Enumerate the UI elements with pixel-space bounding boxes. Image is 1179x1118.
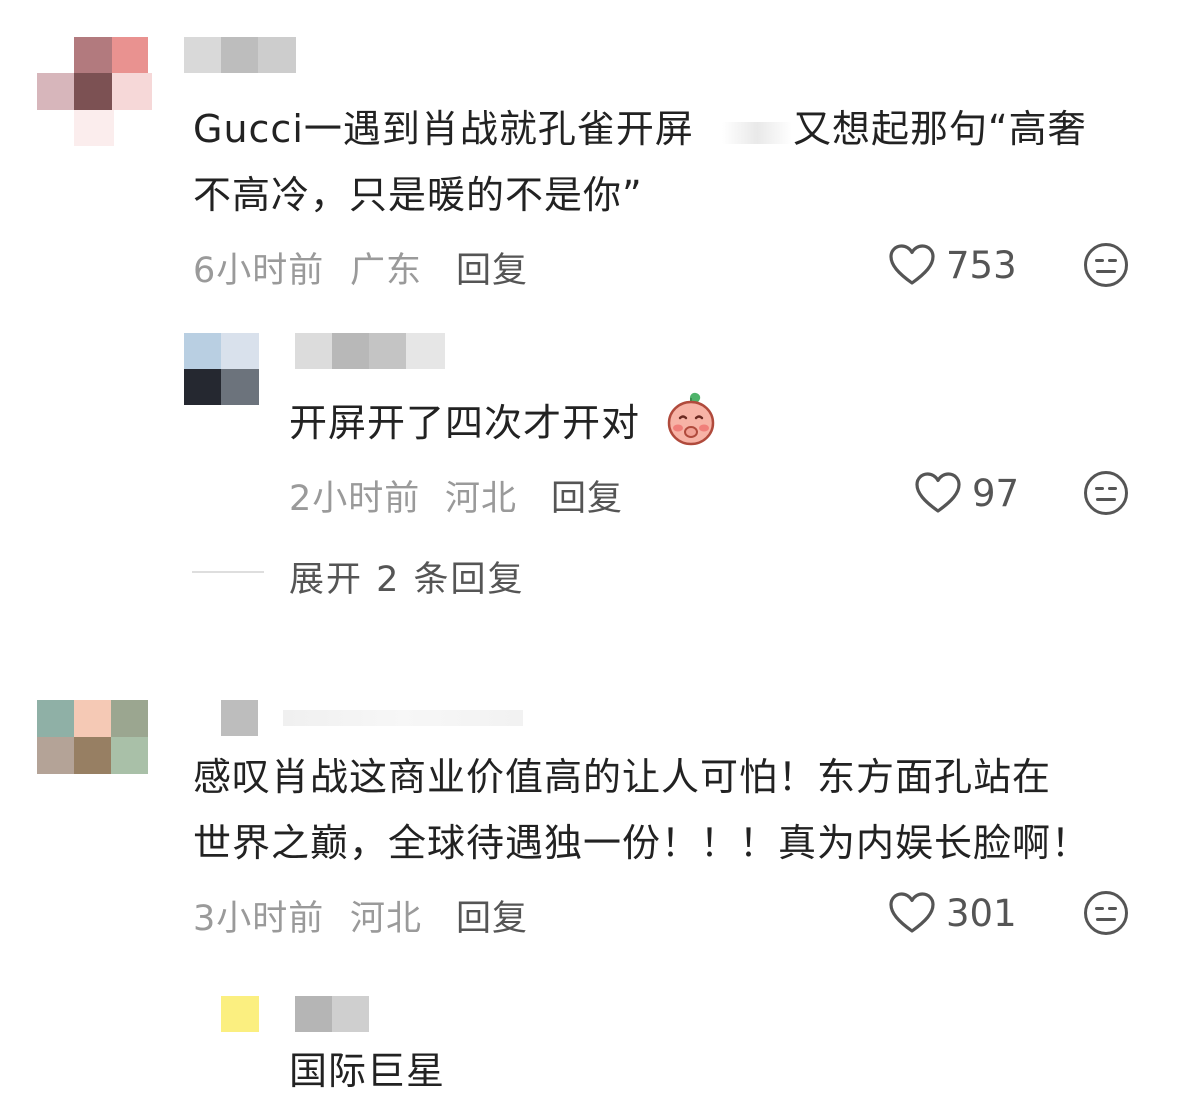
reply-button[interactable]: 回复 bbox=[456, 890, 528, 941]
username-blurred[interactable] bbox=[221, 700, 523, 736]
dislike-button[interactable] bbox=[1083, 470, 1129, 516]
comment-text-line-1: Gucci一遇到肖战就孔雀开屏 bbox=[193, 98, 694, 160]
comment-time: 3小时前 bbox=[193, 899, 325, 939]
blushing-peach-emoji bbox=[662, 390, 720, 448]
neutral-face-icon bbox=[1084, 471, 1128, 515]
blurred-emoji bbox=[722, 122, 792, 144]
neutral-face-icon bbox=[1084, 243, 1128, 287]
comment-text-line-2: 不高冷，只是暖的不是你” bbox=[193, 173, 643, 217]
reply-location: 河北 bbox=[445, 479, 518, 519]
reply-time: 2小时前 bbox=[289, 479, 421, 519]
heart-outline-icon bbox=[889, 244, 935, 285]
expand-replies-button[interactable]: 展开 2 条回复 bbox=[289, 551, 525, 602]
expand-divider bbox=[192, 571, 264, 573]
reply-text: 国际巨星 bbox=[289, 1049, 446, 1093]
reply-text: 开屏开了四次才开对 bbox=[289, 401, 641, 445]
like-button[interactable] bbox=[888, 243, 936, 287]
dislike-button[interactable] bbox=[1083, 242, 1129, 288]
like-count: 753 bbox=[946, 244, 1017, 287]
comment-text-part: Gucci一遇到肖战就孔雀开屏 bbox=[193, 107, 694, 151]
comment-location: 广东 bbox=[350, 251, 423, 291]
comment-time: 6小时前 bbox=[193, 251, 325, 291]
comment-text-line-1b: 又想起那句“高奢 bbox=[793, 98, 1087, 160]
like-button[interactable] bbox=[914, 471, 962, 515]
neutral-face-icon bbox=[1084, 891, 1128, 935]
heart-outline-icon bbox=[915, 472, 961, 513]
avatar[interactable] bbox=[37, 37, 157, 147]
username-blurred[interactable] bbox=[184, 37, 296, 73]
comment-text-part: 又想起那句“高奢 bbox=[793, 107, 1087, 151]
username-blurred[interactable] bbox=[295, 996, 370, 1032]
like-count: 301 bbox=[946, 892, 1017, 935]
reply-button[interactable]: 回复 bbox=[551, 470, 623, 521]
comment-text-line-2: 世界之巅，全球待遇独一份！！！真为内娱长脸啊！ bbox=[193, 821, 1091, 865]
avatar[interactable] bbox=[37, 700, 148, 774]
like-button[interactable] bbox=[888, 891, 936, 935]
username-blurred[interactable] bbox=[295, 333, 445, 369]
avatar[interactable] bbox=[221, 996, 259, 1032]
comment-text-line-1: 感叹肖战这商业价值高的让人可怕！东方面孔站在 bbox=[193, 755, 1052, 799]
heart-outline-icon bbox=[889, 892, 935, 933]
like-count: 97 bbox=[972, 472, 1020, 515]
avatar[interactable] bbox=[184, 333, 259, 405]
comment-location: 河北 bbox=[350, 899, 423, 939]
dislike-button[interactable] bbox=[1083, 890, 1129, 936]
reply-button[interactable]: 回复 bbox=[456, 242, 528, 293]
